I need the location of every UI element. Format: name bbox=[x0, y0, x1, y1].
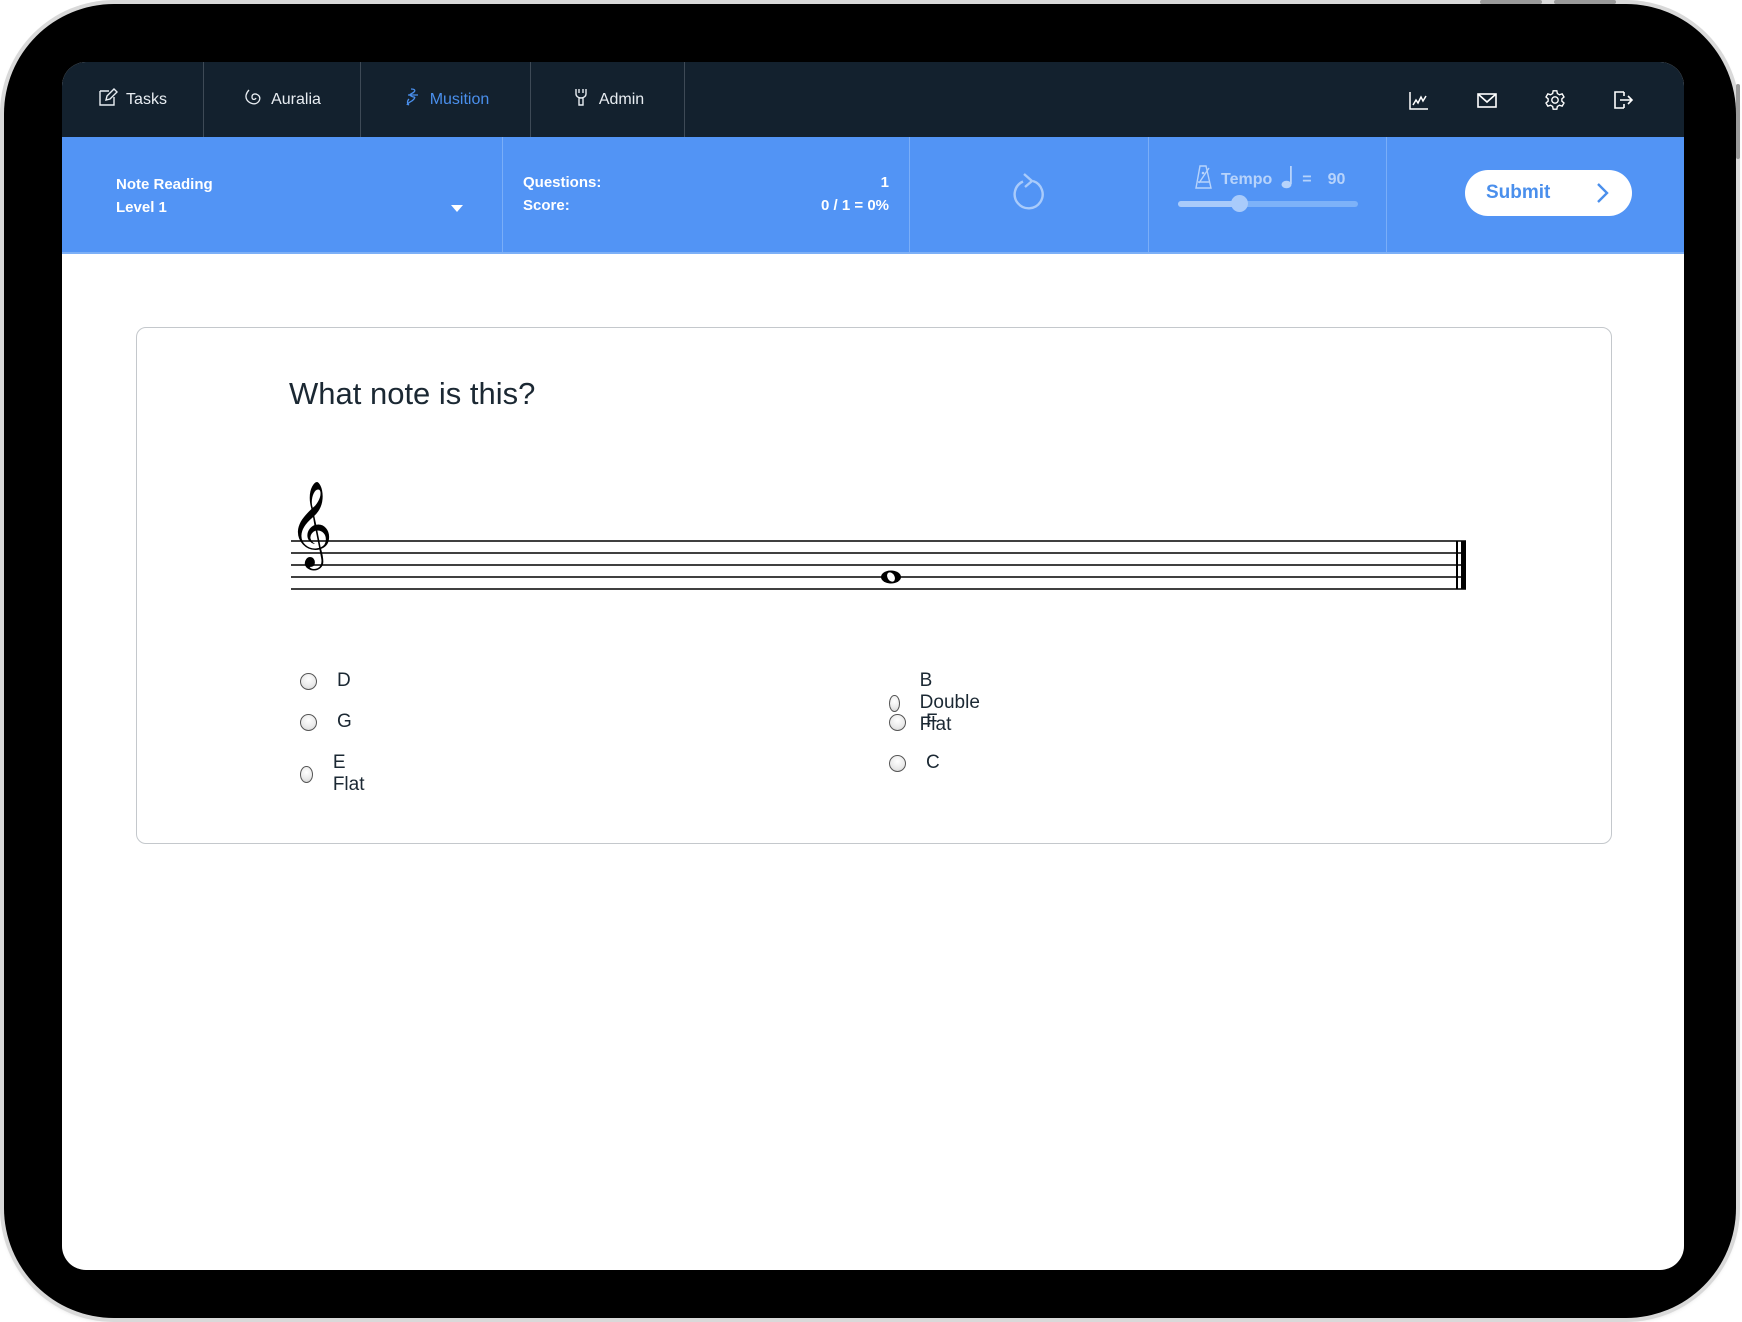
tempo-value: 90 bbox=[1327, 170, 1346, 188]
tab-label: Tasks bbox=[126, 90, 167, 108]
submit-button[interactable]: Submit bbox=[1465, 170, 1632, 216]
level-text: Note Reading Level 1 bbox=[116, 173, 213, 219]
submit-label: Submit bbox=[1486, 182, 1551, 203]
option-label: G bbox=[337, 711, 352, 732]
radio-button[interactable] bbox=[300, 765, 313, 783]
option-label: C bbox=[926, 752, 940, 773]
wrench-icon bbox=[571, 87, 591, 112]
tab-label: Admin bbox=[598, 90, 645, 108]
replay-button[interactable] bbox=[910, 137, 1149, 252]
side-button bbox=[1736, 84, 1740, 159]
nav-icon-group bbox=[1408, 62, 1634, 137]
answer-option[interactable]: C bbox=[889, 752, 940, 774]
score-panel: Questions: 1 Score: 0 / 1 = 0% bbox=[503, 137, 910, 252]
staff-lines bbox=[291, 540, 1466, 590]
score-value: 0 / 1 = 0% bbox=[821, 197, 889, 214]
exercise-toolbar: Note Reading Level 1 Questions: 1 Score:… bbox=[62, 137, 1684, 254]
radio-button[interactable] bbox=[300, 713, 317, 731]
chevron-right-icon bbox=[1597, 183, 1609, 203]
tab-auralia[interactable]: Auralia bbox=[204, 62, 361, 137]
tab-tasks[interactable]: Tasks bbox=[62, 62, 204, 137]
level-selector[interactable]: Note Reading Level 1 bbox=[62, 137, 503, 252]
submit-section: Submit bbox=[1387, 137, 1684, 252]
questions-value: 1 bbox=[880, 174, 889, 191]
radio-button[interactable] bbox=[889, 694, 900, 712]
tempo-equals: = bbox=[1302, 170, 1312, 188]
chevron-down-icon[interactable] bbox=[451, 205, 463, 212]
whole-note bbox=[881, 570, 901, 584]
tab-admin[interactable]: Admin bbox=[531, 62, 685, 137]
gear-icon[interactable] bbox=[1544, 89, 1566, 111]
final-barline bbox=[1456, 541, 1466, 589]
tablet-frame: Tasks Auralia Musition Admin Note Readin… bbox=[4, 0, 1740, 1318]
tempo-label: Tempo bbox=[1221, 170, 1273, 188]
slider-fill bbox=[1178, 201, 1240, 207]
top-nav: Tasks Auralia Musition Admin bbox=[62, 62, 1684, 137]
tempo-row: Tempo = 90 bbox=[1195, 165, 1345, 194]
topic-name: Note Reading bbox=[116, 176, 213, 193]
music-staff: 𝄞 bbox=[289, 481, 1466, 590]
questions-row: Questions: 1 bbox=[523, 174, 889, 191]
power-button bbox=[1554, 0, 1616, 4]
volume-button bbox=[1480, 0, 1542, 4]
slider-thumb[interactable] bbox=[1231, 195, 1249, 212]
mail-icon[interactable] bbox=[1476, 89, 1498, 111]
quarter-note-icon bbox=[1280, 165, 1294, 194]
radio-button[interactable] bbox=[889, 754, 906, 772]
option-label: E Flat bbox=[332, 752, 365, 795]
radio-button[interactable] bbox=[889, 713, 906, 731]
edit-icon bbox=[98, 87, 119, 112]
answer-option[interactable]: F bbox=[889, 711, 938, 733]
treble-clef-icon: 𝄞 bbox=[289, 481, 333, 571]
radio-button[interactable] bbox=[300, 672, 317, 690]
answer-option[interactable]: D bbox=[300, 670, 351, 692]
tempo-control: Tempo = 90 bbox=[1149, 137, 1387, 252]
thick-barline bbox=[1461, 541, 1466, 589]
logout-icon[interactable] bbox=[1612, 89, 1634, 111]
app-screen: Tasks Auralia Musition Admin Note Readin… bbox=[62, 62, 1684, 1270]
option-label: D bbox=[337, 670, 351, 691]
ear-icon bbox=[243, 87, 263, 112]
option-label: F bbox=[926, 711, 938, 732]
tempo-slider[interactable] bbox=[1178, 195, 1358, 212]
tab-musition[interactable]: Musition bbox=[361, 62, 531, 137]
answer-option[interactable]: G bbox=[300, 711, 352, 733]
score-row: Score: 0 / 1 = 0% bbox=[523, 197, 889, 214]
chart-icon[interactable] bbox=[1408, 89, 1430, 111]
tab-label: Auralia bbox=[271, 90, 321, 108]
musition-icon bbox=[402, 87, 422, 112]
score-label: Score: bbox=[523, 197, 570, 214]
question-card: What note is this? 𝄞 D G E Flat B Double… bbox=[136, 327, 1612, 844]
tab-label: Musition bbox=[429, 90, 490, 108]
answer-option[interactable]: E Flat bbox=[300, 752, 369, 796]
metronome-icon bbox=[1195, 165, 1213, 194]
questions-label: Questions: bbox=[523, 174, 602, 191]
thin-barline bbox=[1456, 541, 1458, 589]
replay-icon bbox=[1009, 171, 1049, 218]
level-name: Level 1 bbox=[116, 199, 167, 216]
